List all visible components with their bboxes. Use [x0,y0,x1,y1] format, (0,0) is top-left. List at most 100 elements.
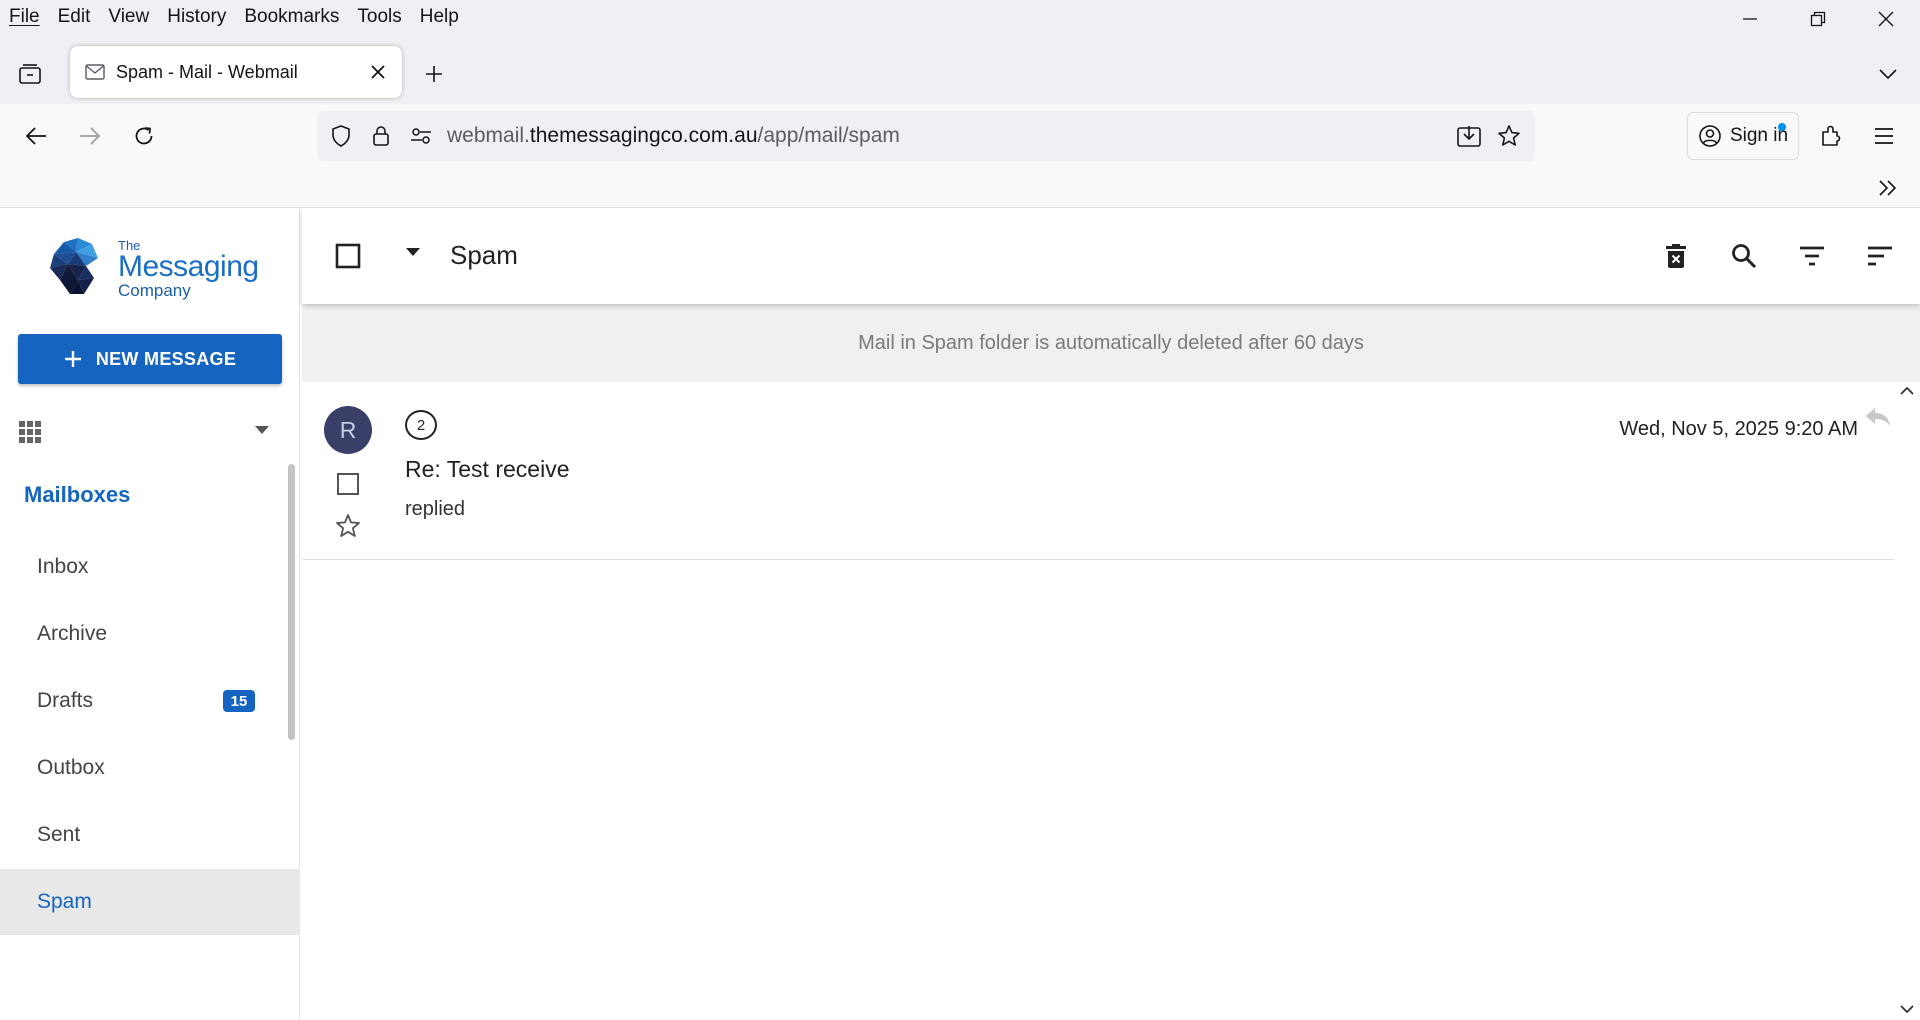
menu-view[interactable]: View [99,6,158,28]
filter-icon [1800,246,1824,266]
select-all-checkbox[interactable] [334,242,362,270]
checkbox-icon [335,243,361,269]
message-row[interactable]: R 2 Re: Test receive replied Wed, Nov 5,… [302,382,1894,560]
puzzle-icon [1822,125,1841,146]
star-icon [336,514,360,537]
menu-bookmarks[interactable]: Bookmarks [235,6,348,28]
forward-button[interactable] [68,114,112,158]
search-icon [1732,244,1757,269]
restore-button[interactable] [1784,0,1852,38]
sort-icon [1868,246,1892,266]
filter-button[interactable] [1794,238,1830,274]
checkbox-icon [337,473,359,495]
bookmarks-toolbar [0,168,1920,208]
close-icon [371,65,385,79]
menu-history[interactable]: History [158,6,235,28]
menu-edit[interactable]: Edit [49,6,100,28]
save-to-pocket-icon[interactable] [1449,116,1489,156]
plus-icon [64,351,81,367]
list-toolbar: Spam [302,208,1920,304]
star-toggle[interactable] [334,512,362,540]
menu-file[interactable]: File [0,6,49,28]
sort-button[interactable] [1862,238,1898,274]
apps-switcher[interactable] [0,408,300,456]
folder-spam[interactable]: Spam [0,869,300,935]
minimize-icon [1743,18,1757,20]
message-subject: Re: Test receive [405,456,570,482]
logo-company: Company [118,281,191,300]
sidebar-scrollbar[interactable] [288,464,295,740]
plus-icon [426,66,442,82]
folder-label: Spam [37,890,92,913]
scroll-down-icon[interactable] [1899,1004,1915,1014]
replied-icon [1866,408,1890,426]
message-snippet: replied [405,498,466,520]
tab-bar: Spam - Mail - Webmail [0,38,1920,104]
caret-down-icon [255,426,269,434]
tab-close-button[interactable] [360,54,396,90]
chevron-down-icon [1879,69,1897,80]
mailboxes-heading: Mailboxes [24,482,131,507]
search-button[interactable] [1726,238,1762,274]
url-domain: themessagingco.com.au [529,124,758,147]
mail-icon [84,61,106,83]
select-options-caret-icon[interactable] [406,248,420,256]
account-icon [1699,125,1721,147]
company-logo[interactable]: The Messaging Company [46,234,266,304]
hamburger-menu-icon [1875,128,1893,144]
sign-in-button[interactable]: Sign in [1687,112,1799,160]
mail-list-panel: Spam Mail in Spam folder is automaticall… [302,208,1920,1020]
logo-wordmark: The Messaging Company [118,239,259,299]
restore-icon [1810,11,1826,27]
delete-forever-icon [1666,244,1686,268]
extensions-button[interactable] [1809,114,1853,158]
menu-tools[interactable]: Tools [348,6,410,28]
current-folder-title: Spam [450,240,518,270]
folder-sent[interactable]: Sent [0,802,288,868]
url-prefix: webmail. [447,124,530,147]
app-menu-button[interactable] [1862,114,1906,158]
bookmark-star-icon[interactable] [1489,116,1529,156]
logo-messaging: Messaging [118,250,259,283]
sidebar: The Messaging Company NEW MESSAGE Mailbo… [0,208,300,1020]
folder-inbox[interactable]: Inbox [0,534,288,600]
notification-dot [1778,123,1786,131]
spam-retention-notice: Mail in Spam folder is automatically del… [302,304,1920,382]
reload-button[interactable] [122,114,166,158]
back-button[interactable] [14,114,58,158]
folder-drafts[interactable]: Drafts 15 [0,668,288,734]
shield-icon[interactable] [321,116,361,156]
tab-list-icon [19,64,41,84]
url-text[interactable]: webmail.themessagingco.com.au/app/mail/s… [447,124,1449,148]
menu-bar: File Edit View History Bookmarks Tools H… [0,0,1920,34]
scroll-up-icon[interactable] [1899,386,1915,396]
message-checkbox[interactable] [334,470,362,498]
folder-outbox[interactable]: Outbox [0,735,288,801]
active-tab[interactable]: Spam - Mail - Webmail [70,46,402,98]
new-message-button[interactable]: NEW MESSAGE [18,334,282,384]
window-controls [1716,0,1920,38]
minimize-button[interactable] [1716,0,1784,38]
logo-mark-icon [50,238,98,294]
reload-icon [135,127,153,145]
tab-title: Spam - Mail - Webmail [116,61,298,82]
site-permissions-icon[interactable] [401,116,441,156]
address-bar[interactable]: webmail.themessagingco.com.au/app/mail/s… [317,111,1535,161]
folder-label: Sent [37,823,81,846]
forward-arrow-icon [80,127,101,145]
new-tab-button[interactable] [414,54,454,94]
close-window-button[interactable] [1852,0,1920,38]
back-arrow-icon [25,127,46,145]
bookmarks-overflow-button[interactable] [1872,172,1904,204]
menu-help[interactable]: Help [411,6,468,28]
message-date: Wed, Nov 5, 2025 9:20 AM [1619,418,1858,440]
unread-count-badge: 15 [223,690,255,712]
close-icon [1878,11,1894,27]
webmail-app: The Messaging Company NEW MESSAGE Mailbo… [0,208,1920,1020]
lock-icon[interactable] [361,116,401,156]
list-all-tabs-button[interactable] [1868,54,1908,94]
folder-archive[interactable]: Archive [0,601,288,667]
firefox-view-button[interactable] [10,54,50,94]
empty-folder-button[interactable] [1658,238,1694,274]
mail-list-scrollbar[interactable] [1894,382,1920,1020]
